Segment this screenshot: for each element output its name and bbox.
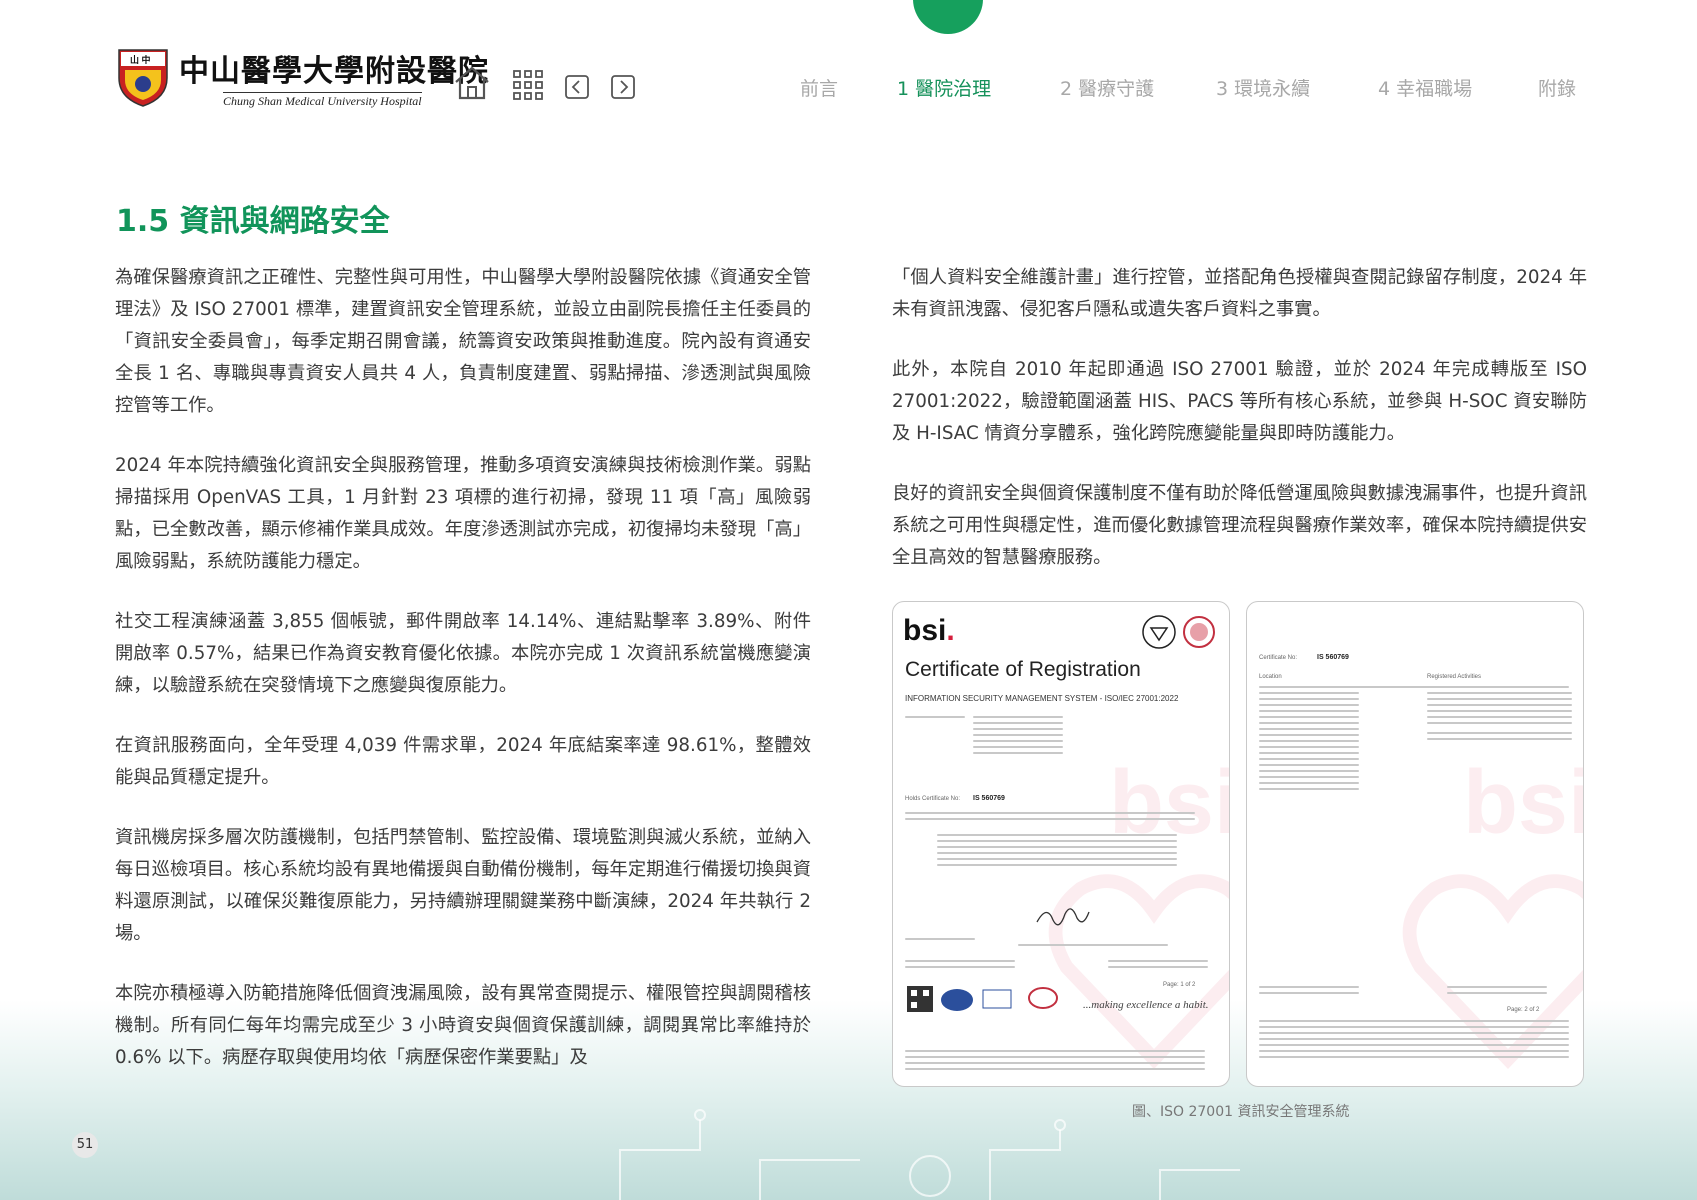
activities-label: Registered Activities: [1427, 674, 1482, 680]
certificate-page-2[interactable]: bsi Certificate No: IS 560769 Location R…: [1246, 601, 1584, 1087]
crest-text: 山 中: [130, 55, 151, 65]
cert-page-1: Page: 1 of 2: [1163, 982, 1196, 988]
nav-governance[interactable]: 1 醫院治理: [897, 74, 991, 101]
paragraph: 為確保醫療資訊之正確性、完整性與可用性，中山醫學大學附設醫院依據《資通安全管理法…: [115, 267, 811, 416]
cert-number: IS 560769: [1317, 654, 1349, 661]
bsi-logo: bsi.: [903, 614, 955, 647]
home-icon: [455, 66, 489, 100]
bsi-watermark: bsi: [1462, 753, 1584, 853]
paragraph: 在資訊服務面向，全年受理 4,039 件需求單，2024 年底結案率達 98.6…: [115, 735, 811, 788]
cert-number-label: Holds Certificate No:: [905, 796, 961, 802]
paragraph: 社交工程演練涵蓋 3,855 個帳號，郵件開啟率 14.14%、連結點擊率 3.…: [115, 611, 811, 696]
paragraph: 2024 年本院持續強化資訊安全與服務管理，推動多項資安演練與技術檢測作業。弱點…: [115, 455, 811, 572]
section-title: 1.5 資訊與網路安全: [116, 204, 390, 239]
logo-english-name: Chung Shan Medical University Hospital: [223, 92, 422, 108]
paragraph: 良好的資訊安全與個資保護制度不僅有助於降低營運風險與數據洩漏事件，也提升資訊系統…: [892, 483, 1587, 568]
home-button[interactable]: [453, 65, 491, 101]
nav-environment[interactable]: 3 環境永續: [1216, 74, 1310, 101]
page-number: 51: [72, 1132, 98, 1158]
left-column: 為確保醫療資訊之正確性、完整性與可用性，中山醫學大學附設醫院依據《資通安全管理法…: [115, 262, 811, 1102]
bsi-slogan: ...making excellence a habit.: [1083, 999, 1209, 1011]
top-accent-dot: [913, 0, 983, 34]
signature-icon: [1036, 908, 1090, 926]
nav-medical-care[interactable]: 2 醫療守護: [1060, 74, 1154, 101]
certificate-subtitle: INFORMATION SECURITY MANAGEMENT SYSTEM -…: [905, 694, 1179, 703]
certificate-title: Certificate of Registration: [905, 658, 1141, 681]
figure-caption: 圖、ISO 27001 資訊安全管理系統: [1132, 1104, 1350, 1120]
nav-appendix[interactable]: 附錄: [1538, 74, 1576, 101]
paragraph: 資訊機房採多層次防護機制，包括門禁管制、監控設備、環境監測與滅火系統，並納入每日…: [115, 827, 811, 944]
logo-chinese-name: 中山醫學大學附設醫院: [179, 54, 489, 89]
cert-page-2: Page: 2 of 2: [1507, 1007, 1540, 1013]
contents-grid-button[interactable]: [513, 70, 543, 100]
location-label: Location: [1259, 674, 1282, 680]
nav-preface[interactable]: 前言: [800, 74, 838, 101]
paragraph: 此外，本院自 2010 年起即通過 ISO 27001 驗證，並於 2024 年…: [892, 359, 1587, 444]
prev-page-button[interactable]: [565, 75, 589, 99]
paragraph: 「個人資料安全維護計畫」進行控管，並搭配角色授權與查閱記錄留存制度，2024 年…: [892, 267, 1587, 320]
prev-page-icon: [565, 75, 589, 99]
hospital-logo[interactable]: 山 中 中山醫學大學附設醫院 Chung Shan Medical Univer…: [115, 46, 488, 112]
next-page-button[interactable]: [611, 75, 635, 99]
grid-icon: [513, 70, 543, 100]
accreditation-logos-icon: [907, 986, 1058, 1012]
cert-number: IS 560769: [973, 795, 1005, 802]
cert-number-label: Certificate No:: [1259, 655, 1298, 661]
certification-mark-icon: [1142, 615, 1215, 649]
nav-workplace[interactable]: 4 幸福職場: [1378, 74, 1472, 101]
next-page-icon: [611, 75, 635, 99]
paragraph: 本院亦積極導入防範措施降低個資洩漏風險，設有異常查閱提示、權限管控與調閱稽核機制…: [115, 983, 811, 1068]
certificate-page-1[interactable]: bsi bsi. Certificate of Registration INF…: [892, 601, 1230, 1087]
right-column: 「個人資料安全維護計畫」進行控管，並搭配角色授權與查閱記錄留存制度，2024 年…: [892, 262, 1587, 602]
